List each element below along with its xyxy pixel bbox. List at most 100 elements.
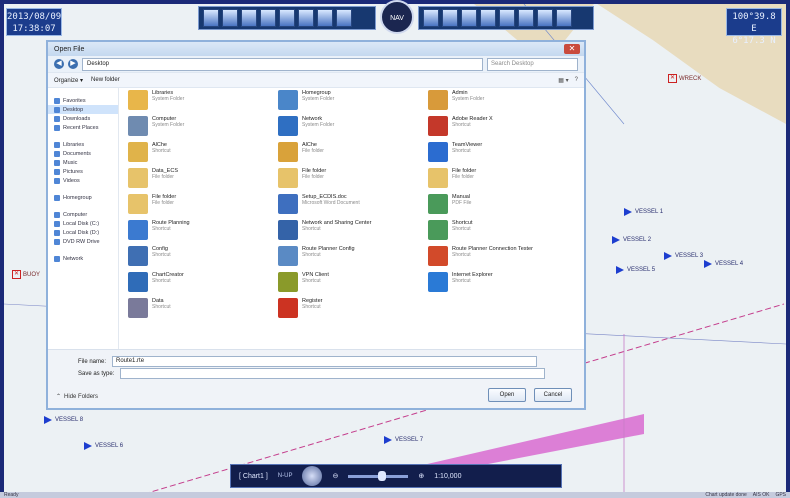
layers-icon[interactable]: [203, 9, 219, 27]
nav-item[interactable]: Music: [48, 158, 118, 167]
status-message: Chart update done: [705, 492, 747, 498]
new-folder-button[interactable]: New folder: [91, 77, 120, 83]
zoom-out-icon[interactable]: [442, 9, 458, 27]
nav-item-label: Recent Places: [63, 124, 99, 131]
settings-icon[interactable]: [317, 9, 333, 27]
nav-item[interactable]: Computer: [48, 210, 118, 219]
file-name-row: File name: Route1.rte: [78, 356, 538, 367]
vessel-label: VESSEL 7: [395, 437, 424, 443]
file-name-input[interactable]: Route1.rte: [112, 356, 538, 367]
file-item[interactable]: Data Shortcut: [128, 298, 244, 324]
nav-item[interactable]: Desktop: [48, 105, 118, 114]
file-item[interactable]: Route Planning Shortcut: [128, 220, 244, 246]
hide-folders-toggle[interactable]: ⌃ Hide Folders: [56, 393, 98, 401]
nav-item[interactable]: Videos: [48, 176, 118, 185]
vessel-target[interactable]: VESSEL 1: [624, 208, 663, 216]
nav-item[interactable]: Network: [48, 254, 118, 263]
nav-item[interactable]: DVD RW Drive: [48, 237, 118, 246]
zoom-in-icon[interactable]: [423, 9, 439, 27]
file-item[interactable]: Data_ECS File folder: [128, 168, 244, 194]
weather-icon[interactable]: [480, 9, 496, 27]
zoom-dial-icon[interactable]: [302, 466, 323, 486]
nav-item[interactable]: Recent Places: [48, 123, 118, 132]
open-button[interactable]: Open: [488, 388, 526, 402]
alarm-icon[interactable]: [298, 9, 314, 27]
file-item[interactable]: AlChe File folder: [278, 142, 394, 168]
info-icon[interactable]: [336, 9, 352, 27]
vessel-label: VESSEL 4: [715, 261, 744, 267]
measure-icon[interactable]: [461, 9, 477, 27]
help-icon[interactable]: ?: [575, 77, 578, 84]
back-icon[interactable]: ◀: [54, 59, 64, 69]
file-type: Shortcut: [452, 148, 471, 154]
file-item[interactable]: Admin System Folder: [428, 90, 544, 116]
nav-item[interactable]: Favorites: [48, 96, 118, 105]
file-item[interactable]: Shortcut Shortcut: [428, 220, 544, 246]
vessel-target[interactable]: VESSEL 2: [612, 236, 651, 244]
file-item[interactable]: VPN Client Shortcut: [278, 272, 394, 298]
address-input[interactable]: Desktop: [82, 57, 483, 71]
vessel-target[interactable]: VESSEL 8: [44, 416, 83, 424]
file-type: Shortcut: [302, 252, 321, 258]
file-item[interactable]: Route Planner Config Shortcut: [278, 246, 394, 272]
nav-item[interactable]: Homegroup: [48, 193, 118, 202]
file-type: File folder: [302, 148, 324, 154]
zoom-slider[interactable]: [348, 470, 409, 481]
file-item[interactable]: Adobe Reader X Shortcut: [428, 116, 544, 142]
vessel-target[interactable]: VESSEL 5: [616, 266, 655, 274]
forward-icon[interactable]: ▶: [68, 59, 78, 69]
file-item[interactable]: Homegroup System Folder: [278, 90, 394, 116]
file-item[interactable]: Computer System Folder: [128, 116, 244, 142]
track-icon[interactable]: [499, 9, 515, 27]
file-item[interactable]: File folder File folder: [128, 194, 244, 220]
close-icon[interactable]: ✕: [564, 44, 580, 54]
save-type-select[interactable]: [120, 368, 546, 379]
ais-icon[interactable]: [518, 9, 534, 27]
chart-icon[interactable]: [241, 9, 257, 27]
nav-item[interactable]: Pictures: [48, 167, 118, 176]
chart-name[interactable]: [ Chart1 ]: [239, 473, 268, 480]
file-item[interactable]: Config Shortcut: [128, 246, 244, 272]
file-type: Shortcut: [452, 278, 471, 284]
zoom-in-icon[interactable]: ⊕: [418, 472, 424, 480]
vessel-target[interactable]: VESSEL 7: [384, 436, 423, 444]
nav-item[interactable]: Local Disk (D:): [48, 228, 118, 237]
file-item[interactable]: Register Shortcut: [278, 298, 394, 324]
vessel-target[interactable]: VESSEL 3: [664, 252, 703, 260]
camera-icon[interactable]: [537, 9, 553, 27]
nav-item[interactable]: Downloads: [48, 114, 118, 123]
symbol-label: WRECK: [679, 75, 702, 82]
vessel-target[interactable]: VESSEL 4: [704, 260, 743, 268]
file-icon: [428, 220, 448, 240]
radar-icon[interactable]: [260, 9, 276, 27]
file-item[interactable]: ChartCreator Shortcut: [128, 272, 244, 298]
file-item[interactable]: File folder File folder: [278, 168, 394, 194]
file-item[interactable]: File folder File folder: [428, 168, 544, 194]
view-options-icon[interactable]: ▦ ▾: [558, 77, 568, 84]
zoom-out-icon[interactable]: ⊖: [332, 472, 338, 480]
cancel-button[interactable]: Cancel: [534, 388, 572, 402]
file-item[interactable]: Setup_ECDIS.doc Microsoft Word Document: [278, 194, 394, 220]
nav-item[interactable]: Documents: [48, 149, 118, 158]
help-icon[interactable]: [556, 9, 572, 27]
file-item[interactable]: Manual PDF File: [428, 194, 544, 220]
chart-symbol[interactable]: ✕ BUOY: [12, 270, 40, 279]
chart-symbol[interactable]: ✕ WRECK: [668, 74, 701, 83]
file-item[interactable]: Network System Folder: [278, 116, 394, 142]
compass-dial[interactable]: NAV: [380, 0, 414, 34]
organize-button[interactable]: Organize ▾: [54, 77, 83, 84]
file-item[interactable]: Network and Sharing Center Shortcut: [278, 220, 394, 246]
route-icon[interactable]: [222, 9, 238, 27]
nav-item[interactable]: Libraries: [48, 140, 118, 149]
orientation-mode[interactable]: N-UP: [278, 473, 293, 479]
file-item[interactable]: AlChe Shortcut: [128, 142, 244, 168]
file-item[interactable]: Libraries System Folder: [128, 90, 244, 116]
file-item[interactable]: Route Planner Connection Tester Shortcut: [428, 246, 544, 272]
search-input[interactable]: Search Desktop: [487, 57, 578, 71]
file-item[interactable]: TeamViewer Shortcut: [428, 142, 544, 168]
slider-handle[interactable]: [378, 470, 387, 481]
file-item[interactable]: Internet Explorer Shortcut: [428, 272, 544, 298]
nav-item[interactable]: Local Disk (C:): [48, 219, 118, 228]
target-icon[interactable]: [279, 9, 295, 27]
vessel-target[interactable]: VESSEL 6: [84, 442, 123, 450]
